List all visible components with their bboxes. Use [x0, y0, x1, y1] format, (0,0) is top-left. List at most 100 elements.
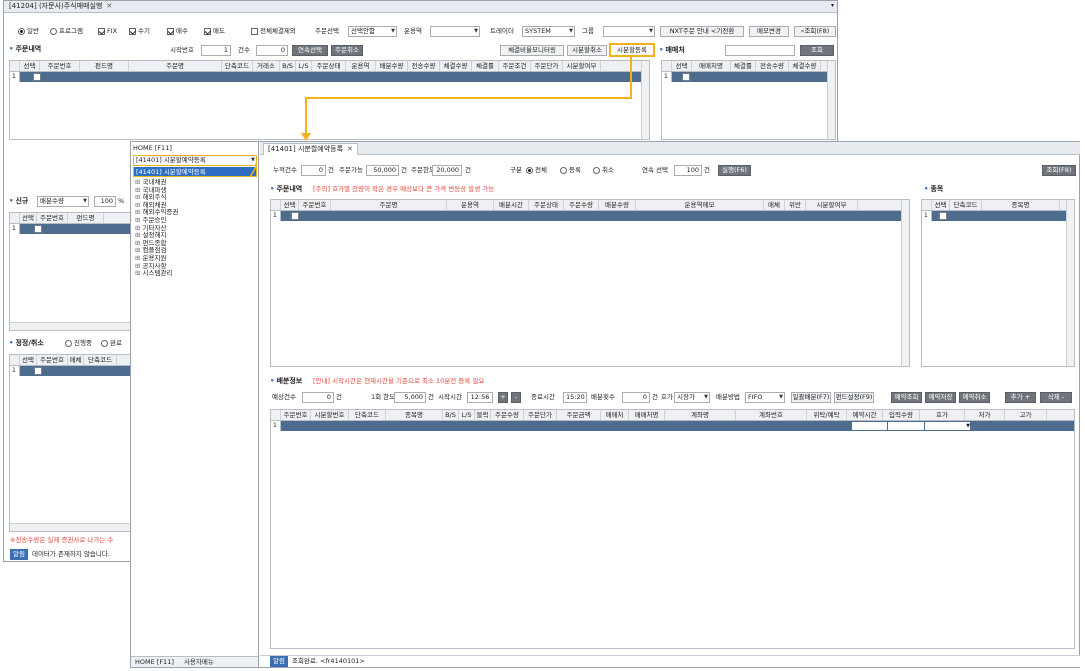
count-input[interactable]: 0: [256, 45, 288, 56]
front-search-button[interactable]: 조회(F8): [1042, 165, 1076, 176]
order-select-dropdown[interactable]: 선택안함 ▼: [348, 26, 397, 37]
front-window-tab[interactable]: [41401] 시분할예약등록 ✕: [263, 143, 358, 155]
nxt-order-button[interactable]: NXT주문 안내 <기전환: [660, 26, 744, 37]
back-search-button[interactable]: ⌕조회(F8): [794, 26, 836, 37]
end-time-input[interactable]: 15:20: [563, 392, 587, 403]
window-menu-icon[interactable]: ▾: [831, 2, 834, 9]
column-header[interactable]: 계좌번호: [736, 410, 807, 420]
row-checkbox[interactable]: [33, 73, 41, 81]
radio-general[interactable]: 일반: [18, 27, 39, 36]
column-header[interactable]: 종목명: [386, 410, 443, 420]
scrollbar[interactable]: [10, 523, 135, 531]
fund-manager-dropdown[interactable]: ▼: [430, 26, 480, 37]
menu-dropdown[interactable]: [41401] 시분할예약등록 ▼: [133, 155, 257, 166]
reservation-search-button[interactable]: 예약조회: [891, 392, 922, 403]
column-header[interactable]: 선택: [20, 213, 37, 223]
total-count-input[interactable]: 0: [301, 165, 326, 176]
column-header[interactable]: 주문수량: [491, 410, 524, 420]
column-header[interactable]: 고가: [1005, 410, 1047, 420]
bottom-home-tab[interactable]: HOME [F11]: [135, 658, 174, 666]
per-limit-input[interactable]: 5,000: [394, 392, 426, 403]
scrollbar[interactable]: [1066, 200, 1074, 366]
radio-program[interactable]: 프로그램: [50, 27, 83, 36]
radio-done[interactable]: 완료: [101, 339, 122, 348]
sidebar-home-tab[interactable]: HOME [F11]: [133, 144, 172, 153]
split-cancel-button[interactable]: 시분할취소: [567, 45, 607, 56]
column-header[interactable]: 시분할여부: [806, 200, 858, 210]
table-row[interactable]: [10, 224, 135, 234]
column-header[interactable]: 선택: [20, 355, 37, 365]
column-header[interactable]: 매체: [764, 200, 785, 210]
column-header[interactable]: L/S: [459, 410, 475, 420]
row-checkbox[interactable]: [682, 73, 690, 81]
column-header[interactable]: 주문명: [331, 200, 447, 210]
input-quantity-cell[interactable]: [888, 422, 924, 430]
time-down-button[interactable]: -: [511, 392, 521, 403]
dist-count-input[interactable]: 0: [622, 392, 650, 403]
column-header[interactable]: 주문번호: [37, 213, 68, 223]
group-dropdown[interactable]: ▼: [603, 26, 655, 37]
column-header[interactable]: 주문단가: [524, 410, 557, 420]
expected-count-input[interactable]: 0: [302, 392, 334, 403]
back-window-tab[interactable]: [41204] (자문사)주식매매실행 ✕: [5, 1, 116, 13]
column-header[interactable]: 위반: [785, 200, 806, 210]
distribution-select[interactable]: 배분수량 ▼: [37, 196, 89, 207]
close-icon[interactable]: ✕: [106, 2, 112, 10]
column-header[interactable]: 체결수량: [440, 61, 472, 71]
column-header[interactable]: 선택: [20, 61, 40, 71]
radio-in-progress[interactable]: 진행중: [65, 339, 92, 348]
column-header[interactable]: 선택: [932, 200, 950, 210]
order-limit-input[interactable]: 20,000: [432, 165, 462, 176]
checkbox-fix[interactable]: FIX: [98, 27, 117, 36]
column-header[interactable]: 전송수량: [408, 61, 440, 71]
column-header[interactable]: 배분시간: [494, 200, 529, 210]
column-header[interactable]: 매매처명: [692, 61, 731, 71]
column-header[interactable]: 전송수량: [756, 61, 789, 71]
row-checkbox[interactable]: [291, 212, 299, 220]
start-no-input[interactable]: 1: [201, 45, 231, 56]
add-button[interactable]: 추가 +: [1005, 392, 1036, 403]
close-icon[interactable]: ✕: [347, 145, 353, 153]
column-header[interactable]: 매체: [68, 355, 84, 365]
dist-method-select[interactable]: FIFO ▼: [745, 392, 785, 403]
column-header[interactable]: 주문조건: [499, 61, 531, 71]
column-header[interactable]: 종목명: [982, 200, 1060, 210]
reservation-cancel-button[interactable]: 예약취소: [959, 392, 990, 403]
continuous-input[interactable]: 100: [674, 165, 702, 176]
column-header[interactable]: 계좌명: [665, 410, 736, 420]
column-header[interactable]: 단축코드: [222, 61, 253, 71]
bulk-distribute-button[interactable]: 일괄배분(F7): [791, 392, 831, 403]
column-header[interactable]: 체결률: [731, 61, 756, 71]
column-header[interactable]: L/S: [296, 61, 312, 71]
bottom-user-menu-tab[interactable]: 사용자메뉴: [184, 658, 214, 666]
column-header[interactable]: 운용역: [447, 200, 494, 210]
column-header[interactable]: 체결수량: [789, 61, 821, 71]
checkbox-sell[interactable]: 매도: [204, 27, 225, 36]
column-header[interactable]: B/S: [280, 61, 296, 71]
table-row[interactable]: [10, 72, 649, 82]
column-header[interactable]: 운용역: [346, 61, 376, 71]
column-header[interactable]: 배분수량: [376, 61, 408, 71]
column-header[interactable]: 거래소: [253, 61, 280, 71]
column-header[interactable]: 주문번호: [37, 355, 68, 365]
scrollbar[interactable]: [827, 61, 835, 139]
column-header[interactable]: 단축코드: [84, 355, 117, 365]
column-header[interactable]: 블럭: [475, 410, 491, 420]
column-header[interactable]: 배분수량: [599, 200, 636, 210]
row-checkbox[interactable]: [939, 212, 947, 220]
column-header[interactable]: 매매처명: [629, 410, 665, 420]
column-header[interactable]: 단축코드: [950, 200, 982, 210]
column-header[interactable]: 위탁/예탁: [807, 410, 847, 420]
column-header[interactable]: 주문금액: [557, 410, 601, 420]
column-header[interactable]: 주문번호: [281, 410, 311, 420]
order-cancel-button[interactable]: 주문취소: [331, 45, 363, 56]
expand-icon[interactable]: ⊞: [135, 269, 143, 277]
row-checkbox[interactable]: [34, 225, 42, 233]
checkbox-buy[interactable]: 매수: [167, 27, 188, 36]
menu-tree-item[interactable]: ⊞ 시스템관리: [135, 269, 178, 278]
memo-change-button[interactable]: 메모변경: [749, 26, 789, 37]
column-header[interactable]: 주문상태: [529, 200, 564, 210]
column-header[interactable]: 주문번호: [299, 200, 331, 210]
column-header[interactable]: 주문수량: [564, 200, 599, 210]
column-header[interactable]: 주문명: [129, 61, 222, 71]
